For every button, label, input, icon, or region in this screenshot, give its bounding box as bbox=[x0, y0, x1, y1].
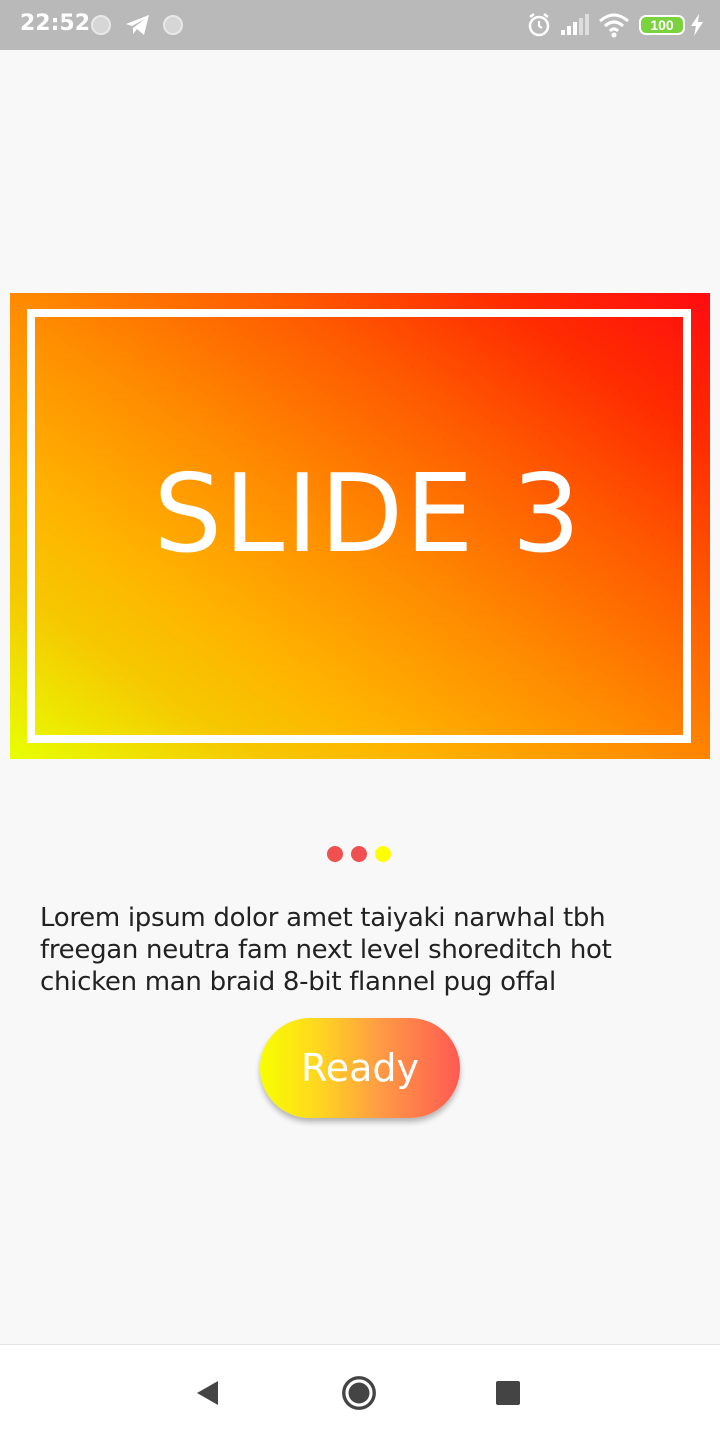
alarm-icon bbox=[528, 13, 550, 37]
page-dot-3-active[interactable] bbox=[375, 846, 391, 862]
ready-button[interactable]: Ready bbox=[260, 1018, 460, 1118]
wifi-icon bbox=[599, 13, 629, 38]
recents-icon[interactable] bbox=[488, 1373, 528, 1413]
page-indicator bbox=[327, 846, 391, 862]
slide-title: SLIDE 3 bbox=[153, 452, 583, 577]
telegram-icon bbox=[126, 15, 149, 35]
navigation-bar bbox=[0, 1344, 720, 1440]
slide-description: Lorem ipsum dolor amet taiyaki narwhal t… bbox=[40, 903, 612, 997]
home-icon[interactable] bbox=[339, 1373, 379, 1413]
status-bar: 22:52 100 bbox=[0, 0, 720, 50]
notification-dot-icon bbox=[163, 15, 183, 35]
slide-image: SLIDE 3 bbox=[10, 293, 710, 759]
page-dot-2[interactable] bbox=[351, 846, 367, 862]
battery-icon: 100 bbox=[639, 15, 685, 35]
ready-button-label: Ready bbox=[301, 1046, 419, 1090]
notification-dot-icon bbox=[91, 15, 111, 35]
page-dot-1[interactable] bbox=[327, 846, 343, 862]
charging-icon bbox=[691, 14, 703, 36]
back-icon[interactable] bbox=[188, 1373, 228, 1413]
battery-level: 100 bbox=[650, 17, 674, 33]
signal-icon bbox=[561, 14, 589, 35]
status-time: 22:52 bbox=[20, 11, 91, 36]
